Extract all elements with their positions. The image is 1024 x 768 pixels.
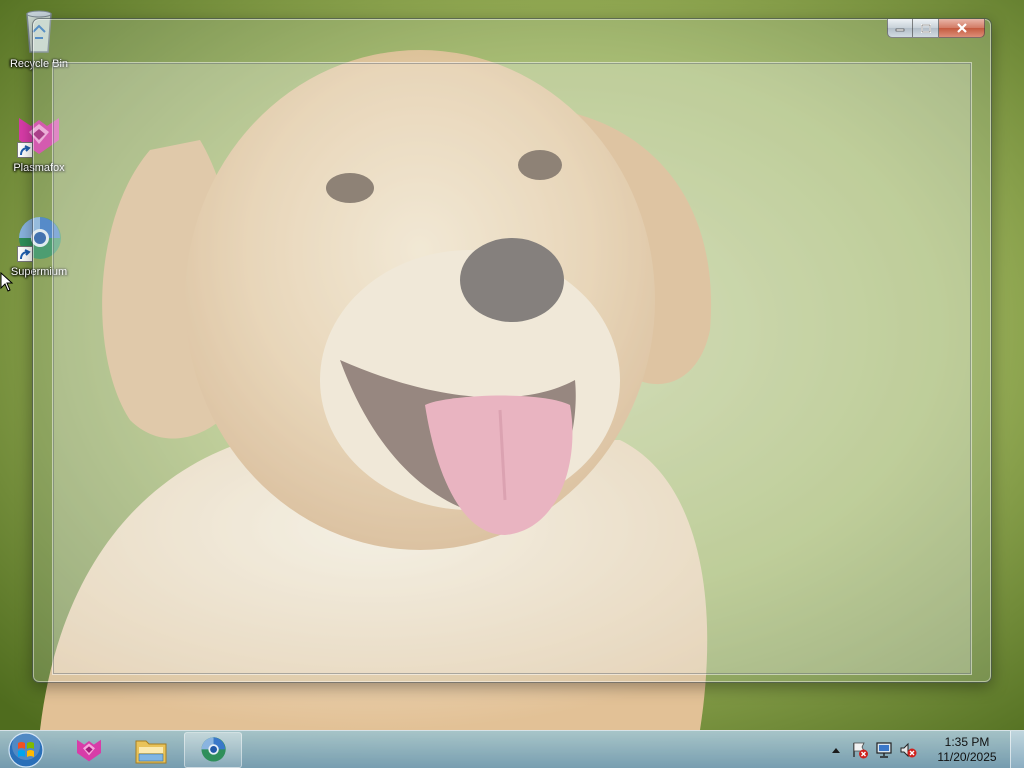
volume-tray-button[interactable] (898, 740, 918, 760)
close-button[interactable] (939, 19, 985, 38)
windows-logo-icon (8, 732, 44, 768)
network-icon (876, 742, 892, 758)
action-center-icon (853, 742, 868, 759)
glass-window[interactable] (32, 18, 992, 683)
action-center-tray-button[interactable] (850, 740, 870, 760)
minimize-button[interactable] (887, 19, 913, 38)
taskbar-clock[interactable]: 1:35 PM 11/20/2025 (932, 735, 1002, 765)
shortcut-arrow-icon (17, 246, 33, 262)
mouse-cursor-icon (0, 272, 14, 292)
show-hidden-icons-icon (832, 748, 840, 753)
shortcut-arrow-icon (17, 142, 33, 158)
show-desktop-button[interactable] (1010, 731, 1024, 768)
plasmafox-icon (77, 739, 101, 762)
maximize-icon (920, 23, 931, 33)
window-client-area[interactable] (53, 63, 971, 674)
file-explorer-icon (135, 740, 167, 764)
maximize-button[interactable] (913, 19, 939, 38)
minimize-icon (895, 28, 905, 32)
start-button[interactable] (5, 732, 47, 768)
taskbar-supermium-button[interactable] (184, 732, 242, 768)
window-caption-buttons (887, 19, 985, 39)
taskbar-plasmafox-button[interactable] (60, 732, 118, 768)
supermium-icon (201, 737, 226, 762)
clock-time: 1:35 PM (944, 735, 990, 749)
close-icon (956, 23, 967, 33)
notification-area: 1:35 PM 11/20/2025 (822, 731, 1002, 768)
network-tray-button[interactable] (874, 740, 894, 760)
taskbar: 1:35 PM 11/20/2025 (0, 730, 1024, 768)
clock-date: 11/20/2025 (937, 750, 997, 764)
show-hidden-icons-button[interactable] (826, 740, 846, 760)
taskbar-file-explorer-button[interactable] (122, 732, 180, 768)
volume-muted-icon (900, 742, 917, 758)
